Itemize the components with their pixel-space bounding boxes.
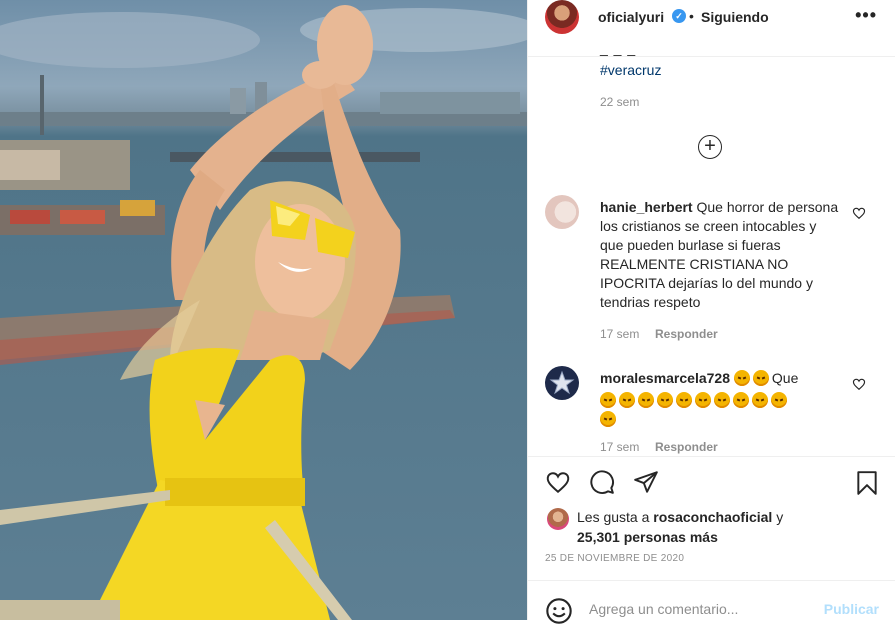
following-button[interactable]: Siguiendo [701, 9, 769, 25]
angry-face-emoji [733, 370, 750, 386]
angry-face-emoji [714, 392, 730, 408]
likes-count[interactable]: 25,301 personas más [577, 529, 718, 545]
comment-username[interactable]: hanie_herbert [600, 199, 693, 215]
verified-badge-icon: ✓ [672, 9, 686, 23]
commenter-avatar[interactable] [545, 195, 579, 229]
angry-face-emoji [600, 411, 616, 427]
more-options-icon[interactable]: ••• [855, 5, 877, 26]
angry-face-emoji [752, 392, 768, 408]
commenter-avatar[interactable] [545, 366, 579, 400]
caption-time: 22 sem [600, 95, 640, 109]
like-comment-heart-icon[interactable] [852, 377, 866, 391]
angry-face-emoji [771, 392, 787, 408]
save-bookmark-icon[interactable] [854, 469, 880, 497]
comment-time: 17 sem [600, 440, 640, 454]
post-actions [528, 457, 895, 505]
share-paper-plane-icon[interactable] [632, 469, 660, 495]
comment-time: 17 sem [600, 327, 640, 341]
like-heart-icon[interactable] [544, 469, 572, 495]
angry-face-emoji [600, 392, 616, 408]
add-comment-bar: Agrega un comentario... Publicar [528, 590, 895, 630]
reply-button[interactable]: Responder [655, 440, 718, 454]
angry-face-emoji [676, 392, 692, 408]
reply-button[interactable]: Responder [655, 327, 718, 341]
angry-face-emoji [619, 392, 635, 408]
publish-button[interactable]: Publicar [824, 601, 879, 617]
comment-username[interactable]: moralesmarcela728 [600, 370, 730, 386]
load-more-comments-icon[interactable]: + [698, 135, 722, 159]
liker-avatar[interactable] [547, 508, 569, 530]
likes-prefix: Les gusta a [577, 509, 650, 525]
angry-face-emoji [733, 392, 749, 408]
angry-face-emoji [695, 392, 711, 408]
comment-body: Que [771, 370, 799, 386]
angry-face-emoji [638, 392, 654, 408]
emoji-smiley-icon[interactable] [545, 597, 573, 625]
header-separator: • [689, 8, 694, 24]
author-avatar[interactable] [545, 0, 579, 34]
comment-text: hanie_herbert Que horror de persona los … [600, 198, 840, 312]
comment-bubble-icon[interactable] [588, 469, 616, 495]
caption-clipped-line: _ _ _ [600, 40, 637, 56]
liker-username[interactable]: rosaconchaoficial [653, 509, 772, 525]
likes-conj: y [776, 509, 784, 525]
header-divider [528, 56, 895, 57]
likes-summary: Les gusta a rosaconchaoficial y 25,301 p… [577, 507, 877, 547]
post-date[interactable]: 25 DE NOVIEMBRE DE 2020 [545, 553, 684, 564]
angry-face-emoji [752, 370, 769, 386]
add-comment-divider [528, 580, 895, 581]
cowboys-star-icon [549, 370, 575, 395]
post-header: oficialyuri ✓ • Siguiendo ••• [528, 0, 895, 36]
comment-input[interactable]: Agrega un comentario... [589, 601, 738, 617]
post-panel: oficialyuri ✓ • Siguiendo ••• _ _ _ #ver… [527, 0, 895, 624]
comment-text: moralesmarcela728 Que [600, 369, 850, 429]
caption-hashtag[interactable]: #veracruz [600, 62, 661, 78]
photo-illustration [0, 5, 527, 620]
comment-body: Que horror de persona los cristianos se … [600, 199, 839, 310]
post-photo[interactable] [0, 0, 527, 620]
like-comment-heart-icon[interactable] [852, 206, 866, 220]
angry-face-emoji [657, 392, 673, 408]
author-username[interactable]: oficialyuri [598, 9, 664, 25]
